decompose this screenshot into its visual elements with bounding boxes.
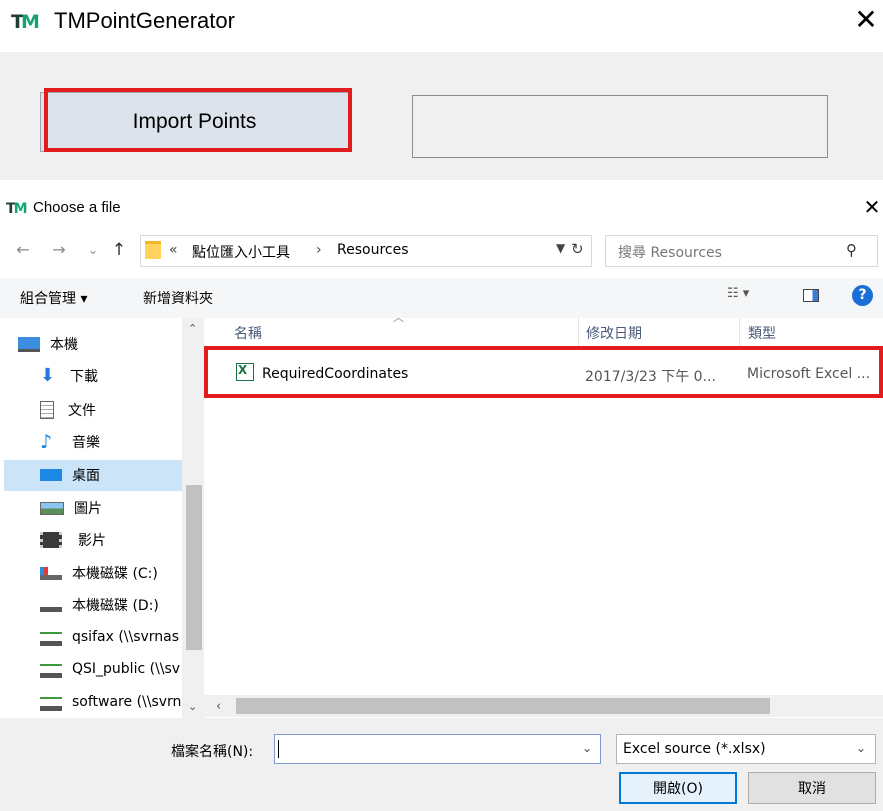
nav-item-network-software[interactable]: software (\\svrn (40, 688, 182, 716)
excel-file-icon (236, 363, 254, 381)
column-header-name[interactable]: 名稱 (234, 323, 262, 343)
breadcrumb-parent-folder[interactable]: 點位匯入小工具 (192, 242, 290, 262)
scroll-down-chevron-icon[interactable]: ⌄ (188, 700, 197, 713)
open-button[interactable]: 開啟(O) (619, 772, 737, 804)
network-drive-icon (40, 697, 62, 711)
filter-dropdown-chevron-icon[interactable]: ⌄ (856, 741, 866, 755)
dialog-logo-m: M (13, 201, 28, 217)
dialog-logo-t: T (6, 201, 15, 217)
file-type: Microsoft Excel ... (747, 366, 871, 382)
scroll-up-chevron-icon[interactable]: ⌃ (188, 322, 197, 335)
nav-item-label: software (\\svrn (72, 694, 182, 710)
cancel-button[interactable]: 取消 (748, 772, 876, 804)
nav-item-label: 本機 (50, 337, 78, 353)
nav-item-label: QSI_public (\\sv (72, 661, 181, 677)
column-header-type[interactable]: 類型 (748, 323, 776, 343)
app-title: TMPointGenerator (54, 8, 235, 33)
nav-item-documents[interactable]: 文件 (40, 396, 96, 424)
view-options-icon[interactable]: ☷ ▾ (727, 286, 749, 301)
music-icon: ♪ (40, 431, 53, 453)
back-arrow-icon[interactable]: ← (14, 239, 32, 261)
breadcrumb-overflow[interactable]: « (169, 242, 178, 258)
nav-item-downloads[interactable]: ⬇ 下載 (40, 362, 98, 390)
dialog-logo-icon: TM (6, 201, 28, 217)
folder-icon (145, 241, 161, 259)
network-drive-icon (40, 632, 62, 646)
nav-item-label: 本機磁碟 (C:) (72, 566, 158, 582)
dialog-title: Choose a file (33, 199, 121, 216)
file-path-display (412, 95, 828, 158)
search-placeholder: 搜尋 Resources (618, 245, 722, 261)
text-cursor (278, 740, 279, 758)
help-icon[interactable]: ? (852, 285, 873, 306)
import-points-button[interactable]: Import Points (40, 92, 349, 152)
video-icon (40, 532, 62, 548)
nav-item-network-qsifax[interactable]: qsifax (\\svrnas (40, 623, 182, 651)
nav-item-drive-c[interactable]: 本機磁碟 (C:) (40, 559, 158, 587)
sort-ascending-caret-icon: ︿ (393, 311, 404, 324)
nav-item-label: 音樂 (72, 435, 100, 451)
file-name: RequiredCoordinates (262, 366, 409, 382)
document-icon (40, 401, 54, 419)
forward-arrow-icon[interactable]: → (50, 239, 68, 261)
nav-item-network-qsi-public[interactable]: QSI_public (\\sv (40, 655, 182, 683)
refresh-icon[interactable]: ↻ (571, 240, 584, 258)
nav-item-this-pc[interactable]: 本機 (18, 330, 78, 358)
nav-item-pictures[interactable]: 圖片 (40, 494, 102, 522)
file-type-filter-value: Excel source (*.xlsx) (623, 741, 766, 757)
nav-item-label: 桌面 (72, 468, 100, 484)
nav-item-videos[interactable]: 影片 (40, 526, 106, 554)
scroll-left-chevron-icon[interactable]: ‹ (216, 699, 221, 714)
app-logo-m: M (20, 11, 40, 33)
nav-item-music[interactable]: ♪ 音樂 (40, 428, 100, 456)
nav-item-drive-d[interactable]: 本機磁碟 (D:) (40, 591, 159, 619)
nav-item-label: 本機磁碟 (D:) (72, 598, 159, 614)
nav-item-label: qsifax (\\svrnas (72, 629, 180, 645)
dialog-toolbar (0, 278, 883, 318)
preview-pane-icon[interactable] (803, 289, 819, 302)
app-close-icon[interactable]: ✕ (852, 6, 880, 36)
search-icon[interactable]: ⚲ (846, 241, 857, 259)
filename-input[interactable] (274, 734, 601, 764)
address-dropdown-chevron-icon[interactable]: ▼ (556, 241, 565, 255)
app-logo-t: T (11, 11, 24, 33)
column-header-date-modified[interactable]: 修改日期 (586, 323, 642, 343)
nav-pane-scroll-thumb[interactable] (186, 485, 202, 650)
breadcrumb-separator: › (316, 242, 322, 258)
desktop-icon (40, 469, 62, 481)
nav-item-label: 下載 (70, 369, 98, 385)
nav-item-label: 圖片 (74, 501, 102, 517)
organize-menu-button[interactable]: 組合管理 ▾ (20, 288, 87, 308)
system-drive-icon (40, 566, 62, 580)
recent-locations-chevron-icon[interactable]: ⌄ (86, 239, 100, 261)
file-date-modified: 2017/3/23 下午 0... (585, 369, 716, 385)
filename-label: 檔案名稱(N): (171, 744, 254, 760)
drive-icon (40, 599, 62, 612)
picture-icon (40, 501, 64, 515)
column-separator[interactable] (739, 318, 740, 346)
network-drive-icon (40, 664, 62, 678)
dialog-close-icon[interactable]: ✕ (862, 196, 882, 218)
new-folder-button[interactable]: 新增資料夾 (143, 288, 213, 308)
breadcrumb-current-folder[interactable]: Resources (337, 242, 409, 258)
nav-item-desktop[interactable]: 桌面 (40, 461, 100, 489)
nav-item-label: 文件 (68, 403, 96, 419)
column-separator[interactable] (578, 318, 579, 346)
download-icon: ⬇ (40, 365, 56, 386)
file-list-scroll-thumb[interactable] (236, 698, 770, 714)
filename-dropdown-chevron-icon[interactable]: ⌄ (582, 741, 592, 755)
nav-item-label: 影片 (78, 533, 106, 549)
computer-icon (18, 336, 40, 352)
app-logo-icon: TM (11, 11, 47, 33)
up-folder-arrow-icon[interactable]: ↑ (110, 239, 128, 261)
